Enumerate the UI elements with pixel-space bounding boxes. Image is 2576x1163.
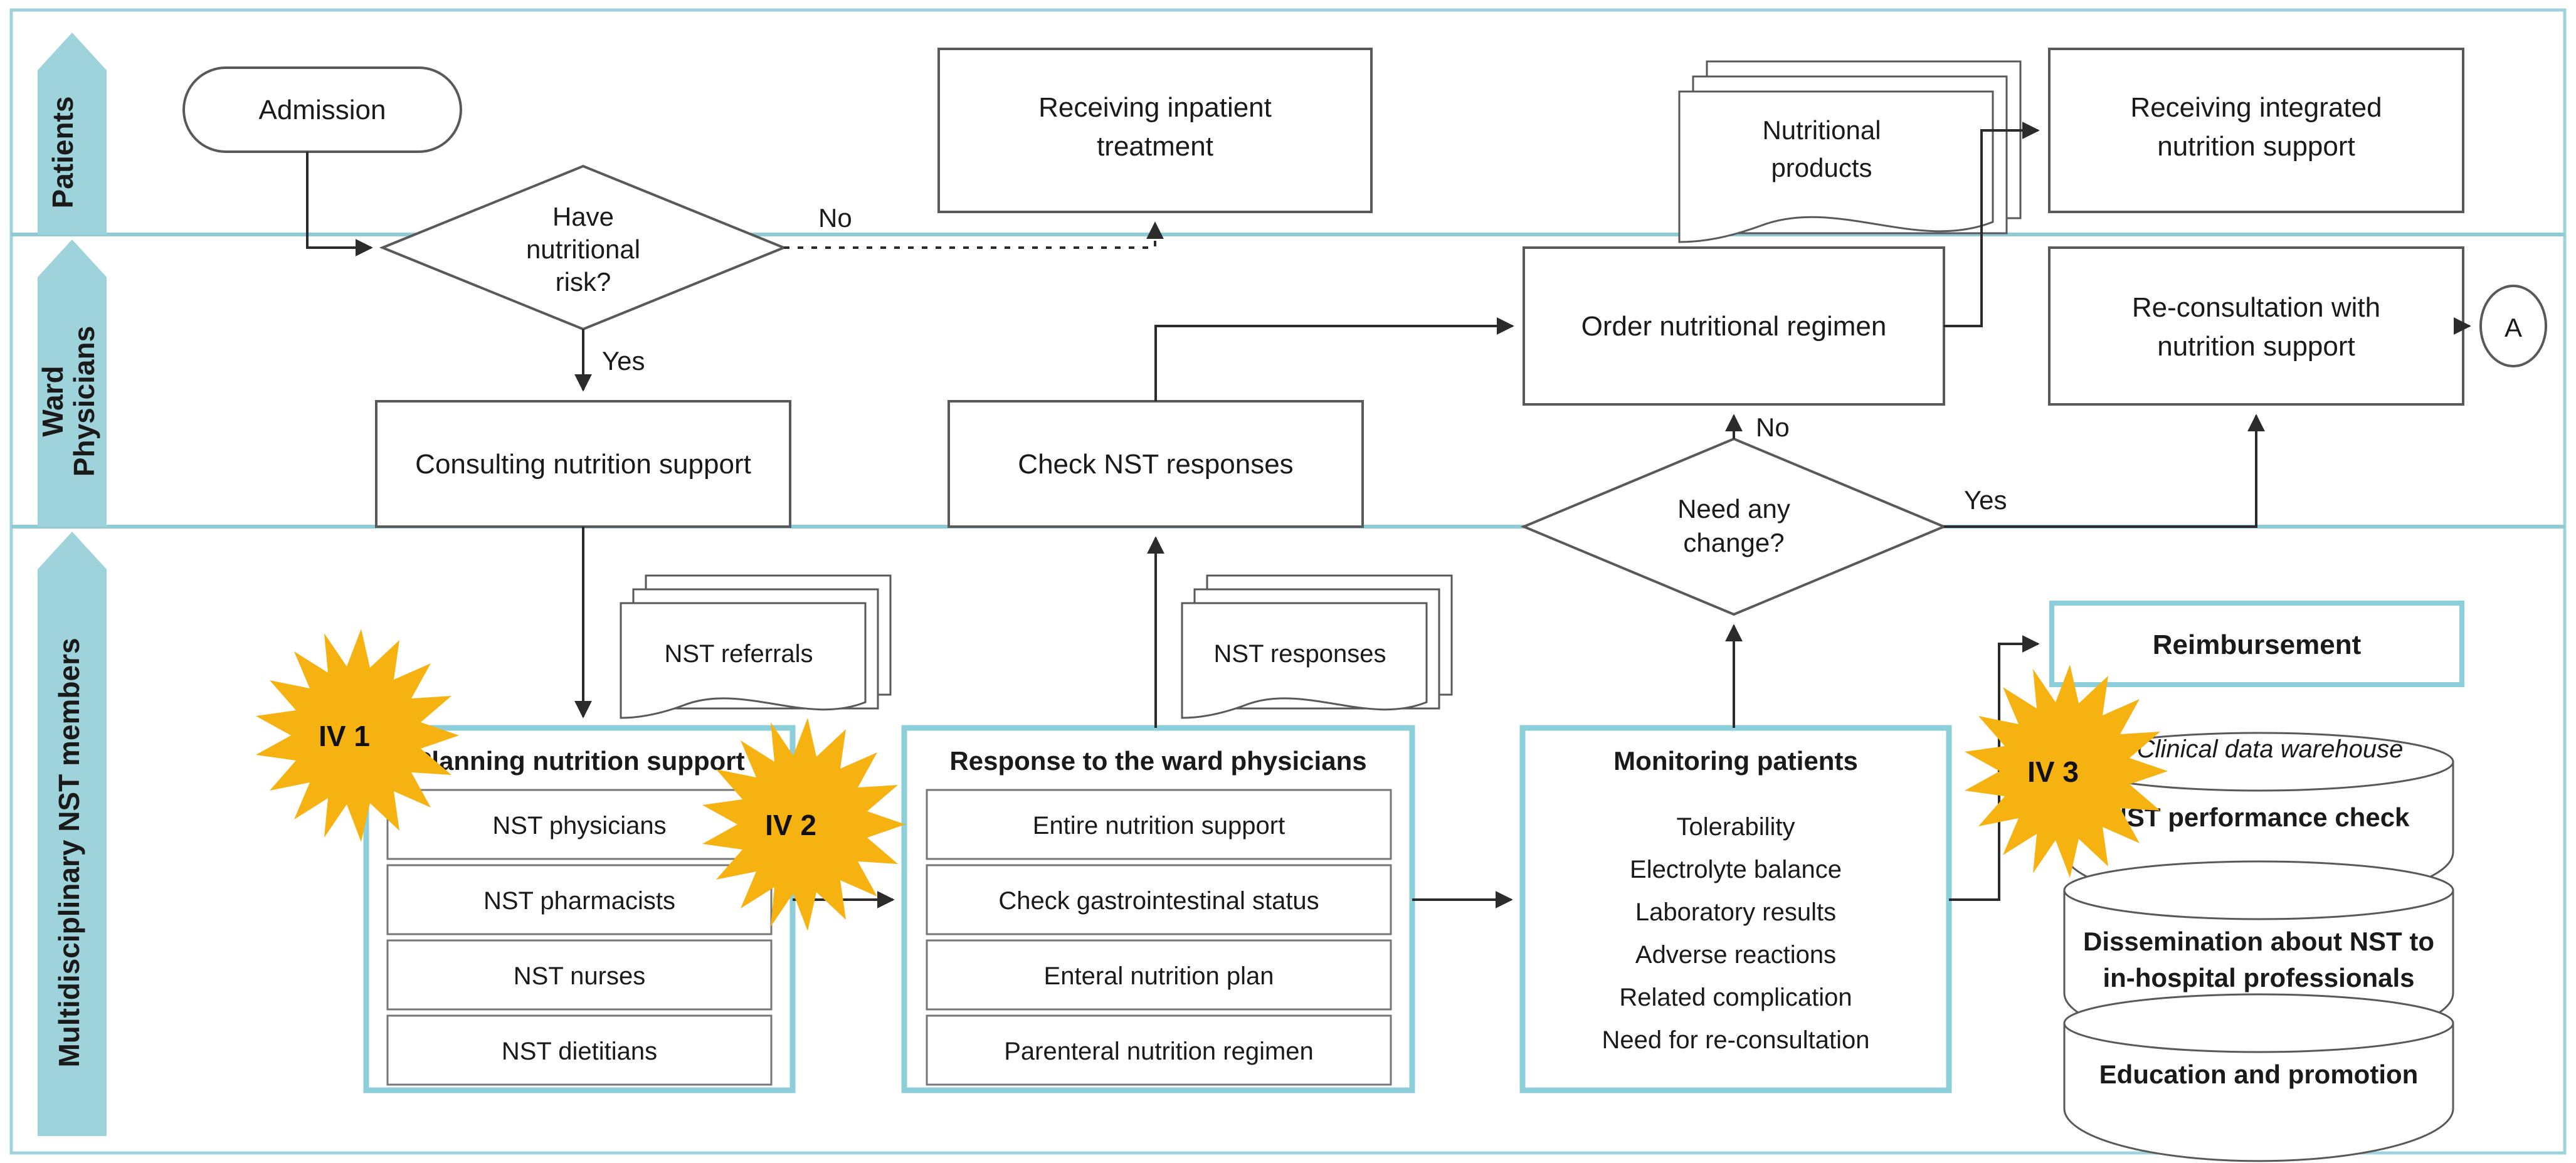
edge-label-yes-change: Yes [1964,485,2007,515]
lane-header-patients: Patients [38,33,107,234]
node-nst-referrals[interactable]: NST referrals [620,574,892,719]
lane-label-ward-physicians: Ward [36,366,69,436]
lane-label-patients: Patients [46,97,79,209]
group-monitoring-item-label: Related complication [1619,984,1852,1011]
node-need-any-change-label-2: change? [1683,528,1784,557]
group-monitoring-item-label: Laboratory results [1635,898,1836,926]
group-monitoring-item-label: Need for re-consultation [1602,1026,1870,1054]
group-response-to-ward-physicians: Response to the ward physicians Entire n… [901,725,1415,1093]
group-response-item-label: Check gastrointestinal status [998,887,1319,915]
group-planning-title: Planning nutrition support [414,746,744,776]
group-response-item[interactable]: Parenteral nutrition regimen [926,1014,1392,1086]
node-admission[interactable]: Admission [182,66,462,153]
node-have-nutritional-risk[interactable]: Have nutritional risk? [379,164,788,331]
datastore-cylinder-label: Dissemination about NST to [2083,927,2434,956]
node-nst-responses-label: NST responses [1214,640,1386,668]
group-response-item-label: Parenteral nutrition regimen [1004,1038,1314,1065]
badge-iv3-label: IV 3 [2027,755,2079,788]
lane-header-nst-members: Multidisciplinary NST members [38,532,107,1136]
node-nutritional-products-label-2: products [1771,153,1872,182]
group-planning-item[interactable]: NST physicians [386,789,773,860]
group-response-item[interactable]: Check gastrointestinal status [926,864,1392,935]
edge-label-no-risk: No [818,203,852,233]
node-re-consultation-label: Re-consultation with [2132,292,2380,323]
datastore-cylinder-label-2: in-hospital professionals [2103,963,2414,992]
node-re-consultation[interactable]: Re-consultation with nutrition support [2048,246,2464,406]
lane-label-nst-members: Multidisciplinary NST members [53,638,85,1067]
group-planning-item-label: NST dietitians [502,1038,657,1065]
node-check-nst-responses-label: Check NST responses [1018,449,1293,480]
node-receiving-integrated-label-2: nutrition support [2157,131,2355,162]
group-response-item[interactable]: Entire nutrition support [926,789,1392,860]
node-nutritional-products-label: Nutritional [1762,115,1881,145]
node-reimbursement[interactable]: Reimbursement [2049,601,2464,687]
node-need-any-change-label: Need any [1677,494,1790,524]
node-receiving-integrated-nutrition-support[interactable]: Receiving integrated nutrition support [2048,48,2464,213]
badge-iv2-label: IV 2 [765,809,816,841]
group-monitoring-item-label: Electrolyte balance [1630,856,1842,883]
group-monitoring-title: Monitoring patients [1613,746,1858,776]
node-receiving-inpatient-treatment-label: Receiving inpatient [1038,92,1272,123]
node-receiving-inpatient-treatment[interactable]: Receiving inpatient treatment [937,48,1373,213]
badge-iv1-label: IV 1 [319,720,370,752]
group-planning-item-label: NST pharmacists [483,887,675,915]
group-monitoring-patients: Monitoring patients Tolerability Electro… [1519,725,1952,1093]
node-admission-label: Admission [259,95,386,125]
node-order-nutritional-regimen-label: Order nutritional regimen [1581,311,1887,342]
node-consulting-nutrition-support[interactable]: Consulting nutrition support [375,400,791,528]
group-response-item[interactable]: Enteral nutrition plan [926,939,1392,1011]
flowchart-canvas: Patients Ward Physicians Multidisciplina… [0,0,2576,1163]
node-have-nutritional-risk-label: Have [552,202,614,231]
node-offpage-connector-a-label: A [2505,313,2522,342]
node-reimbursement-label: Reimbursement [2153,629,2362,660]
node-check-nst-responses[interactable]: Check NST responses [948,400,1364,528]
group-response-title: Response to the ward physicians [949,746,1366,776]
node-consulting-nutrition-support-label: Consulting nutrition support [415,449,751,480]
group-response-item-label: Entire nutrition support [1033,812,1285,839]
group-planning-item[interactable]: NST dietitians [386,1014,773,1086]
edge-check-to-order [1154,317,1514,401]
node-receiving-inpatient-treatment-label-2: treatment [1097,131,1213,162]
node-have-nutritional-risk-label-2: nutritional [526,234,640,264]
node-offpage-connector-a[interactable]: A [2479,285,2547,367]
group-monitoring-item-label: Adverse reactions [1635,941,1836,969]
group-planning-item[interactable]: NST pharmacists [386,864,773,935]
node-receiving-integrated-label: Receiving integrated [2130,92,2382,123]
node-nutritional-products[interactable]: Nutritional products [1678,60,2022,243]
edge-label-no-change: No [1756,413,1790,442]
group-planning-item[interactable]: NST nurses [386,939,773,1011]
node-need-any-change[interactable]: Need any change? [1520,437,1948,616]
datastore-caption: Clinical data warehouse [2137,735,2404,763]
lane-header-ward-physicians: Ward Physicians [36,239,107,527]
node-re-consultation-label-2: nutrition support [2157,331,2355,362]
node-nst-responses[interactable]: NST responses [1181,574,1453,719]
node-nst-referrals-label: NST referrals [664,640,813,668]
edge-label-yes-risk: Yes [602,346,645,376]
group-monitoring-item-label: Tolerability [1677,813,1795,841]
group-planning-item-label: NST nurses [514,962,645,990]
swimlane-flowchart: Patients Ward Physicians Multidisciplina… [9,8,2567,1162]
lane-label-ward-physicians-2: Physicians [68,326,100,476]
datastore-cylinder-label: Education and promotion [2099,1060,2419,1089]
datastore-cylinder[interactable]: Education and promotion [2063,993,2454,1162]
group-planning-item-label: NST physicians [492,812,666,839]
node-have-nutritional-risk-label-3: risk? [556,267,611,297]
node-order-nutritional-regimen[interactable]: Order nutritional regimen [1523,246,1945,406]
group-response-item-label: Enteral nutrition plan [1044,962,1274,990]
